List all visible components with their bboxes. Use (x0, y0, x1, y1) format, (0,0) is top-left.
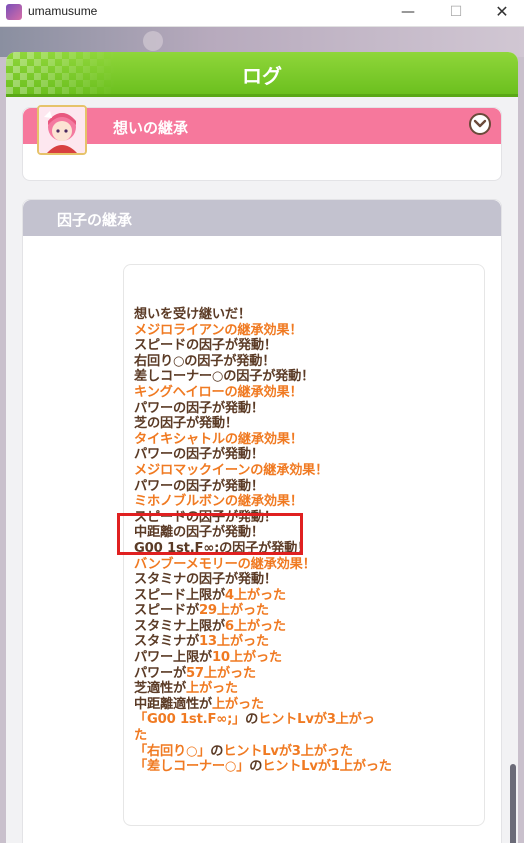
stat-gain-label: パワーが (134, 665, 186, 681)
stat-gain-line: パワー上限が10上がった (134, 650, 479, 666)
stat-gain-value: 6上がった (224, 618, 286, 634)
stat-gain-value: 13上がった (198, 634, 269, 650)
window-titlebar: umamusume — ☐ ✕ (0, 0, 524, 27)
stat-gain-label: スタミナが (134, 634, 199, 650)
hint-text: ヒントLvが3上がっ (258, 712, 375, 728)
stat-gain-value: 4上がった (224, 587, 286, 603)
stat-gain-line: パワーが57上がった (134, 666, 479, 682)
stat-gain-line: スタミナが13上がった (134, 634, 479, 650)
section-title-feelings: 想いの継承 (113, 119, 189, 137)
stat-gain-line: スピード上限が4上がった (134, 588, 479, 604)
stat-gain-label: パワー上限が (134, 650, 212, 666)
log-line: スタミナの因子が発動！ (134, 572, 277, 588)
log-line: 想いを受け継いだ！ (134, 307, 251, 322)
stat-gain-label: スタミナ上限が (134, 618, 225, 634)
stat-gain-label: 芝適性が (134, 681, 186, 697)
stat-gain-label: スピード上限が (134, 587, 225, 603)
hint-connector: の (245, 712, 259, 728)
log-line: 差しコーナー○の因子が発動！ (134, 369, 315, 385)
background-decoration (143, 31, 163, 51)
log-line: メジロライアンの継承効果！ (134, 322, 303, 338)
log-line: スピードの因子が発動！ (134, 338, 277, 354)
chevron-down-icon (473, 119, 487, 128)
hint-line: 「G00 1st.F∞;」のヒントLvが3上がっ (134, 712, 479, 728)
minimize-button[interactable]: — (396, 2, 420, 22)
log-line: 芝の因子が発動！ (134, 416, 238, 432)
hint-connector: の (249, 759, 263, 775)
window-title: umamusume (28, 4, 98, 18)
inheritance-feelings-header[interactable]: 想いの継承 (23, 105, 501, 155)
hint-skill-name: 「G00 1st.F∞;」 (134, 712, 246, 728)
stat-gain-line: スタミナ上限が6上がった (134, 619, 479, 635)
log-line: タイキシャトルの継承効果！ (134, 431, 303, 447)
log-line: パワーの因子が発動！ (134, 447, 264, 463)
dialog-header: ログ (6, 52, 518, 97)
close-button[interactable]: ✕ (490, 2, 514, 22)
stat-gain-line: 中距離適性が上がった (134, 697, 479, 713)
character-avatar (37, 105, 87, 155)
factor-inheritance-header: 因子の継承 (23, 200, 501, 236)
dialog-title: ログ (242, 64, 282, 88)
log-line: バンブーメモリーの継承効果！ (134, 556, 316, 572)
log-line: ミホノブルボンの継承効果！ (134, 494, 303, 510)
stat-gain-label: スピードが (134, 603, 199, 619)
stat-gain-value: 57上がった (185, 665, 256, 681)
maximize-button[interactable]: ☐ (444, 2, 468, 22)
log-line: パワーの因子が発動！ (134, 478, 264, 494)
hint-line-wrap: た (134, 728, 147, 744)
hint-skill-name: 「右回り○」 (134, 743, 211, 759)
section-title-factors: 因子の継承 (57, 211, 133, 229)
stat-gain-line: 芝適性が上がった (134, 681, 479, 697)
stat-gain-label: 中距離適性が (134, 696, 212, 712)
hint-line: 「差しコーナー○」のヒントLvが1上がった (134, 759, 479, 775)
app-icon (6, 4, 22, 20)
highlight-annotation (117, 513, 303, 555)
stat-gain-value: 上がった (185, 681, 238, 697)
hint-line: 「右回り○」のヒントLvが3上がった (134, 744, 479, 760)
hint-text: ヒントLvが1上がった (262, 759, 392, 775)
hint-text: ヒントLvが3上がった (223, 743, 353, 759)
log-line: メジロマックイーンの継承効果！ (134, 462, 329, 478)
dialog-body[interactable]: 想いの継承 因子の継承 想いを受け継いだ！ メジロライアンの継承効果！ スピードの因… (6, 97, 518, 843)
inheritance-feelings-card: 想いの継承 (22, 105, 502, 181)
log-dialog: ログ 想いの継承 因子の継承 想いを受け継いだ！ メジロライアンの継承効果！ ス… (6, 52, 518, 843)
expand-toggle-button[interactable] (469, 113, 491, 135)
log-line: キングヘイローの継承効果！ (134, 384, 303, 400)
hint-skill-name: 「差しコーナー○」 (134, 759, 250, 775)
log-line: 右回り○の因子が発動！ (134, 353, 276, 369)
stat-gain-line: スピードが29上がった (134, 603, 479, 619)
stat-gain-value: 10上がった (211, 650, 282, 666)
log-line: パワーの因子が発動！ (134, 400, 264, 416)
hint-connector: の (210, 743, 224, 759)
stat-gain-value: 上がった (211, 696, 264, 712)
stat-gain-value: 29上がった (198, 603, 269, 619)
scrollbar-thumb[interactable] (510, 764, 516, 843)
